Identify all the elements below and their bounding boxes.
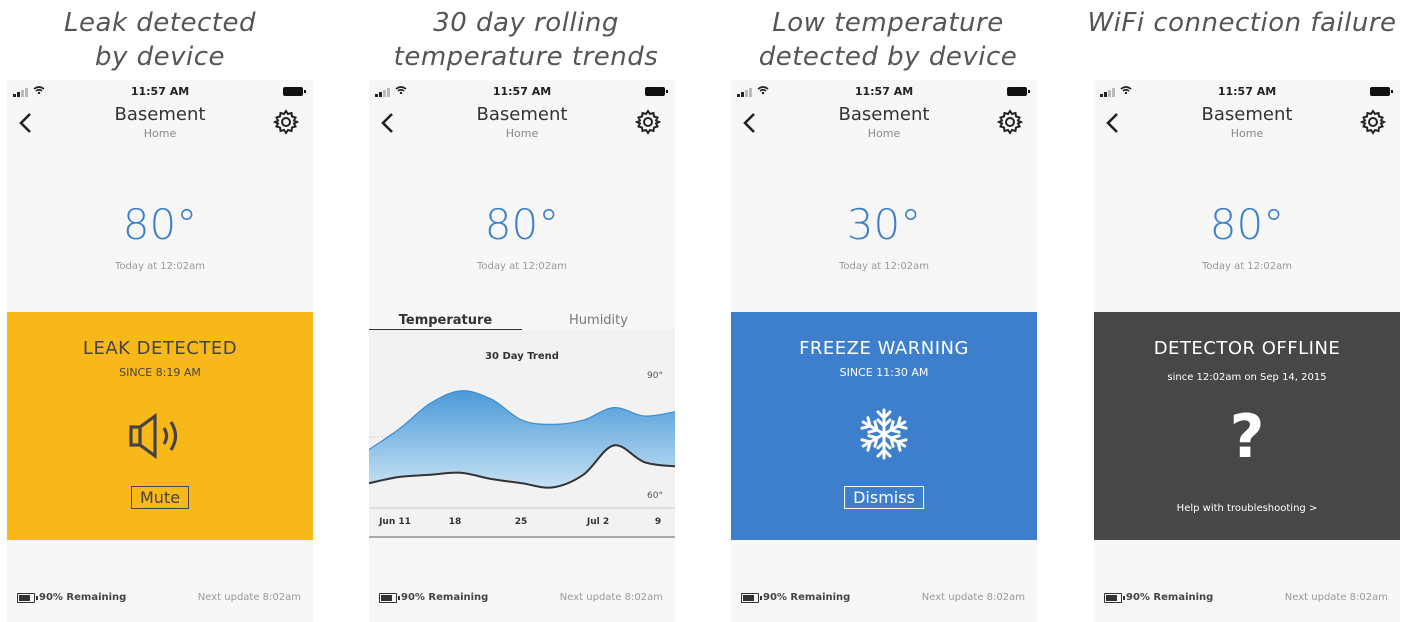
page-subtitle: Home bbox=[143, 127, 177, 140]
temperature-reading: 30° bbox=[846, 200, 922, 249]
status-time: 11:57 AM bbox=[854, 85, 914, 98]
dismiss-button[interactable]: Dismiss bbox=[844, 486, 924, 509]
device-footer: 90% Remaining Next update 8:02am bbox=[7, 590, 313, 610]
page-subtitle: Home bbox=[867, 127, 901, 140]
caption-leak: Leak detected by device bbox=[64, 8, 256, 72]
next-update: Next update 8:02am bbox=[559, 592, 663, 603]
chart-tabs: Temperature Humidity bbox=[369, 310, 675, 331]
x-tick-label: 25 bbox=[515, 517, 528, 527]
chart-title: 30 Day Trend bbox=[485, 351, 559, 362]
alert-title: LEAK DETECTED bbox=[82, 338, 238, 359]
phone-screen-leak: 11:57 AM Basement Home 80° Today at 12:0… bbox=[7, 80, 313, 622]
reading-timestamp: Today at 12:02am bbox=[1201, 261, 1292, 272]
battery-remaining: 90% Remaining bbox=[39, 592, 127, 603]
tab-humidity[interactable]: Humidity bbox=[522, 313, 675, 328]
trend-chart: 30 Day Trend 90° 60° Jun 11 18 25 Jul 2 9 bbox=[368, 330, 676, 538]
status-time: 11:57 AM bbox=[1217, 85, 1277, 98]
y-tick-label: 90° bbox=[647, 371, 663, 381]
mute-button[interactable]: Mute bbox=[130, 486, 190, 509]
device-battery-icon bbox=[379, 593, 400, 603]
alert-title: DETECTOR OFFLINE bbox=[1153, 338, 1341, 359]
alert-panel-leak: LEAK DETECTED SINCE 8:19 AM Mute bbox=[7, 312, 313, 540]
reading-timestamp: Today at 12:02am bbox=[476, 261, 567, 272]
phone-battery-icon bbox=[1007, 87, 1030, 96]
page-subtitle: Home bbox=[505, 127, 539, 140]
troubleshooting-link[interactable]: Help with troubleshooting > bbox=[1094, 503, 1400, 514]
device-battery-icon bbox=[17, 593, 38, 603]
status-bar: 11:57 AM bbox=[1094, 80, 1400, 102]
caption-freeze: Low temperature detected by device bbox=[758, 8, 1018, 72]
phone-screen-trends: 11:57 AM Basement Home 80° Today at 12:0… bbox=[368, 80, 676, 622]
gear-icon[interactable] bbox=[635, 109, 661, 135]
caption-wifi: WiFi connection failure bbox=[1087, 8, 1397, 38]
alert-subtitle: SINCE 8:19 AM bbox=[119, 366, 201, 379]
page-title: Basement bbox=[476, 104, 568, 125]
next-update: Next update 8:02am bbox=[1284, 592, 1388, 603]
next-update: Next update 8:02am bbox=[921, 592, 1025, 603]
battery-remaining: 90% Remaining bbox=[763, 592, 851, 603]
device-footer: 90% Remaining Next update 8:02am bbox=[1094, 590, 1400, 610]
question-icon: ? bbox=[1229, 402, 1265, 472]
trend-chart-svg: 30 Day Trend 90° 60° Jun 11 18 25 Jul 2 9 bbox=[368, 351, 676, 538]
alert-panel-freeze: FREEZE WARNING SINCE 11:30 AM Dismiss bbox=[731, 312, 1037, 540]
alert-panel-offline: DETECTOR OFFLINE since 12:02am on Sep 14… bbox=[1094, 312, 1400, 540]
device-footer: 90% Remaining Next update 8:02am bbox=[369, 590, 675, 610]
phone-battery-icon bbox=[1370, 87, 1393, 96]
next-update: Next update 8:02am bbox=[197, 592, 301, 603]
status-bar: 11:57 AM bbox=[731, 80, 1037, 102]
alert-title: FREEZE WARNING bbox=[799, 338, 969, 359]
phone-screen-freeze: 11:57 AM Basement Home 30° Today at 12:0… bbox=[731, 80, 1037, 622]
alert-subtitle: SINCE 11:30 AM bbox=[839, 366, 929, 379]
gear-icon[interactable] bbox=[273, 109, 299, 135]
speaker-icon bbox=[129, 412, 178, 460]
x-tick-label: 18 bbox=[449, 517, 462, 527]
phone-screen-offline: 11:57 AM Basement Home 80° Today at 12:0… bbox=[1094, 80, 1400, 622]
reading-timestamp: Today at 12:02am bbox=[114, 261, 205, 272]
reading-timestamp: Today at 12:02am bbox=[838, 261, 929, 272]
gear-icon[interactable] bbox=[997, 109, 1023, 135]
phone-battery-icon bbox=[645, 87, 668, 96]
status-bar: 11:57 AM bbox=[7, 80, 313, 102]
phone-battery-icon bbox=[283, 87, 306, 96]
device-battery-icon bbox=[1104, 593, 1125, 603]
temperature-reading: 80° bbox=[484, 200, 560, 249]
page-subtitle: Home bbox=[1230, 127, 1264, 140]
gear-icon[interactable] bbox=[1360, 109, 1386, 135]
status-time: 11:57 AM bbox=[130, 85, 190, 98]
y-tick-label: 60° bbox=[647, 491, 663, 501]
status-bar: 11:57 AM bbox=[369, 80, 675, 102]
status-time: 11:57 AM bbox=[492, 85, 552, 98]
battery-remaining: 90% Remaining bbox=[1126, 592, 1214, 603]
page-title: Basement bbox=[114, 104, 206, 125]
snowflake-icon bbox=[858, 408, 910, 460]
x-tick-label: Jun 11 bbox=[378, 517, 411, 527]
device-battery-icon bbox=[741, 593, 762, 603]
page-title: Basement bbox=[1201, 104, 1293, 125]
x-tick-label: 9 bbox=[655, 517, 661, 527]
device-footer: 90% Remaining Next update 8:02am bbox=[731, 590, 1037, 610]
temperature-reading: 80° bbox=[1209, 200, 1285, 249]
alert-subtitle: since 12:02am on Sep 14, 2015 bbox=[1167, 372, 1327, 383]
page-title: Basement bbox=[838, 104, 930, 125]
battery-remaining: 90% Remaining bbox=[401, 592, 489, 603]
caption-trends: 30 day rolling temperature trends bbox=[393, 8, 659, 72]
tab-temperature[interactable]: Temperature bbox=[369, 313, 522, 328]
x-tick-label: Jul 2 bbox=[586, 517, 609, 527]
temperature-reading: 80° bbox=[122, 200, 198, 249]
